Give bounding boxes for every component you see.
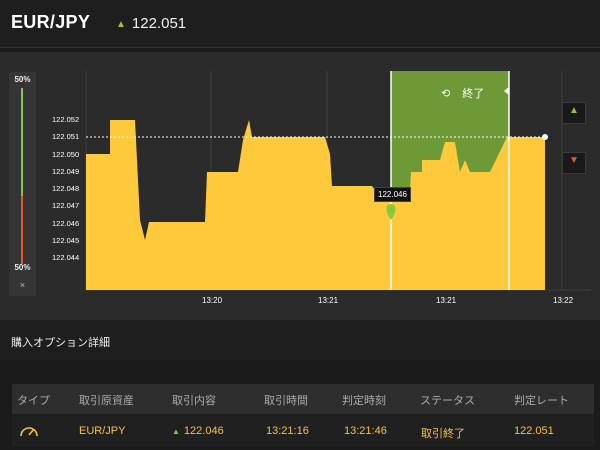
- y-tick: 122.048: [52, 184, 79, 193]
- x-tick: 13:21: [436, 296, 457, 305]
- down-arrow-icon: ▼: [569, 155, 579, 166]
- y-tick: 122.052: [52, 115, 79, 124]
- column-header: タイプ: [17, 395, 50, 407]
- y-tick: 122.050: [52, 150, 79, 159]
- content-value: 122.046: [183, 425, 224, 437]
- y-tick: 122.045: [52, 236, 79, 245]
- y-tick: 122.046: [52, 219, 79, 228]
- gauge-icon: [18, 420, 40, 443]
- trade-time-cell: 13:21:16: [266, 425, 309, 437]
- asset-cell: EUR/JPY: [79, 425, 126, 437]
- current-rate: ▲ 122.051: [116, 15, 186, 32]
- up-arrow-icon: ▲: [569, 105, 579, 116]
- judge-time-cell: 13:21:46: [344, 425, 387, 437]
- expiry-tab-icon: [504, 87, 509, 95]
- rate-cell: 122.051: [514, 425, 554, 437]
- y-tick: 122.044: [52, 253, 79, 262]
- x-tick: 13:20: [202, 296, 223, 305]
- detail-section-header: 購入オプション詳細: [0, 320, 600, 360]
- x-tick: 13:21: [318, 296, 339, 305]
- column-header: 判定時刻: [342, 395, 386, 407]
- header: EUR/JPY ▲ 122.051: [0, 0, 600, 48]
- up-arrow-icon: ▲: [116, 19, 126, 30]
- y-tick: 122.049: [52, 167, 79, 176]
- column-header: 判定レート: [514, 395, 569, 407]
- column-header: 取引内容: [172, 395, 216, 407]
- x-tick: 13:22: [553, 296, 574, 305]
- expiry-label: ⟲ 終了: [441, 85, 484, 101]
- table-row[interactable]: EUR/JPY ▲ 122.046 13:21:16 13:21:46 取引終了 …: [12, 414, 594, 446]
- table-header: タイプ 取引原資産 取引内容 取引時間 判定時刻 ステータス 判定レート: [12, 384, 594, 414]
- content-cell: ▲ 122.046: [172, 425, 224, 437]
- low-button[interactable]: ▼: [562, 152, 586, 174]
- status-cell: 取引終了: [421, 428, 465, 440]
- detail-title: 購入オプション詳細: [11, 337, 110, 349]
- expiry-label-text: 終了: [462, 88, 485, 100]
- column-header: 取引原資産: [79, 395, 134, 407]
- x-axis: 13:20 13:21 13:21 13:22: [202, 296, 574, 305]
- high-button[interactable]: ▲: [562, 102, 586, 124]
- history-icon: ⟲: [441, 88, 451, 100]
- currency-pair: EUR/JPY: [11, 12, 91, 32]
- y-axis: 122.052 122.051 122.050 122.049 122.048 …: [52, 115, 79, 262]
- price-chart: 122.052 122.051 122.050 122.049 122.048 …: [52, 71, 591, 305]
- entry-tooltip: 122.046: [374, 187, 411, 202]
- column-header: ステータス: [420, 395, 475, 407]
- up-arrow-icon: ▲: [172, 427, 180, 436]
- y-tick: 122.051: [52, 132, 79, 141]
- current-rate-value: 122.051: [131, 15, 187, 32]
- column-header: 取引時間: [264, 395, 308, 407]
- y-tick: 122.047: [52, 201, 79, 210]
- current-rate-dot: [542, 134, 548, 140]
